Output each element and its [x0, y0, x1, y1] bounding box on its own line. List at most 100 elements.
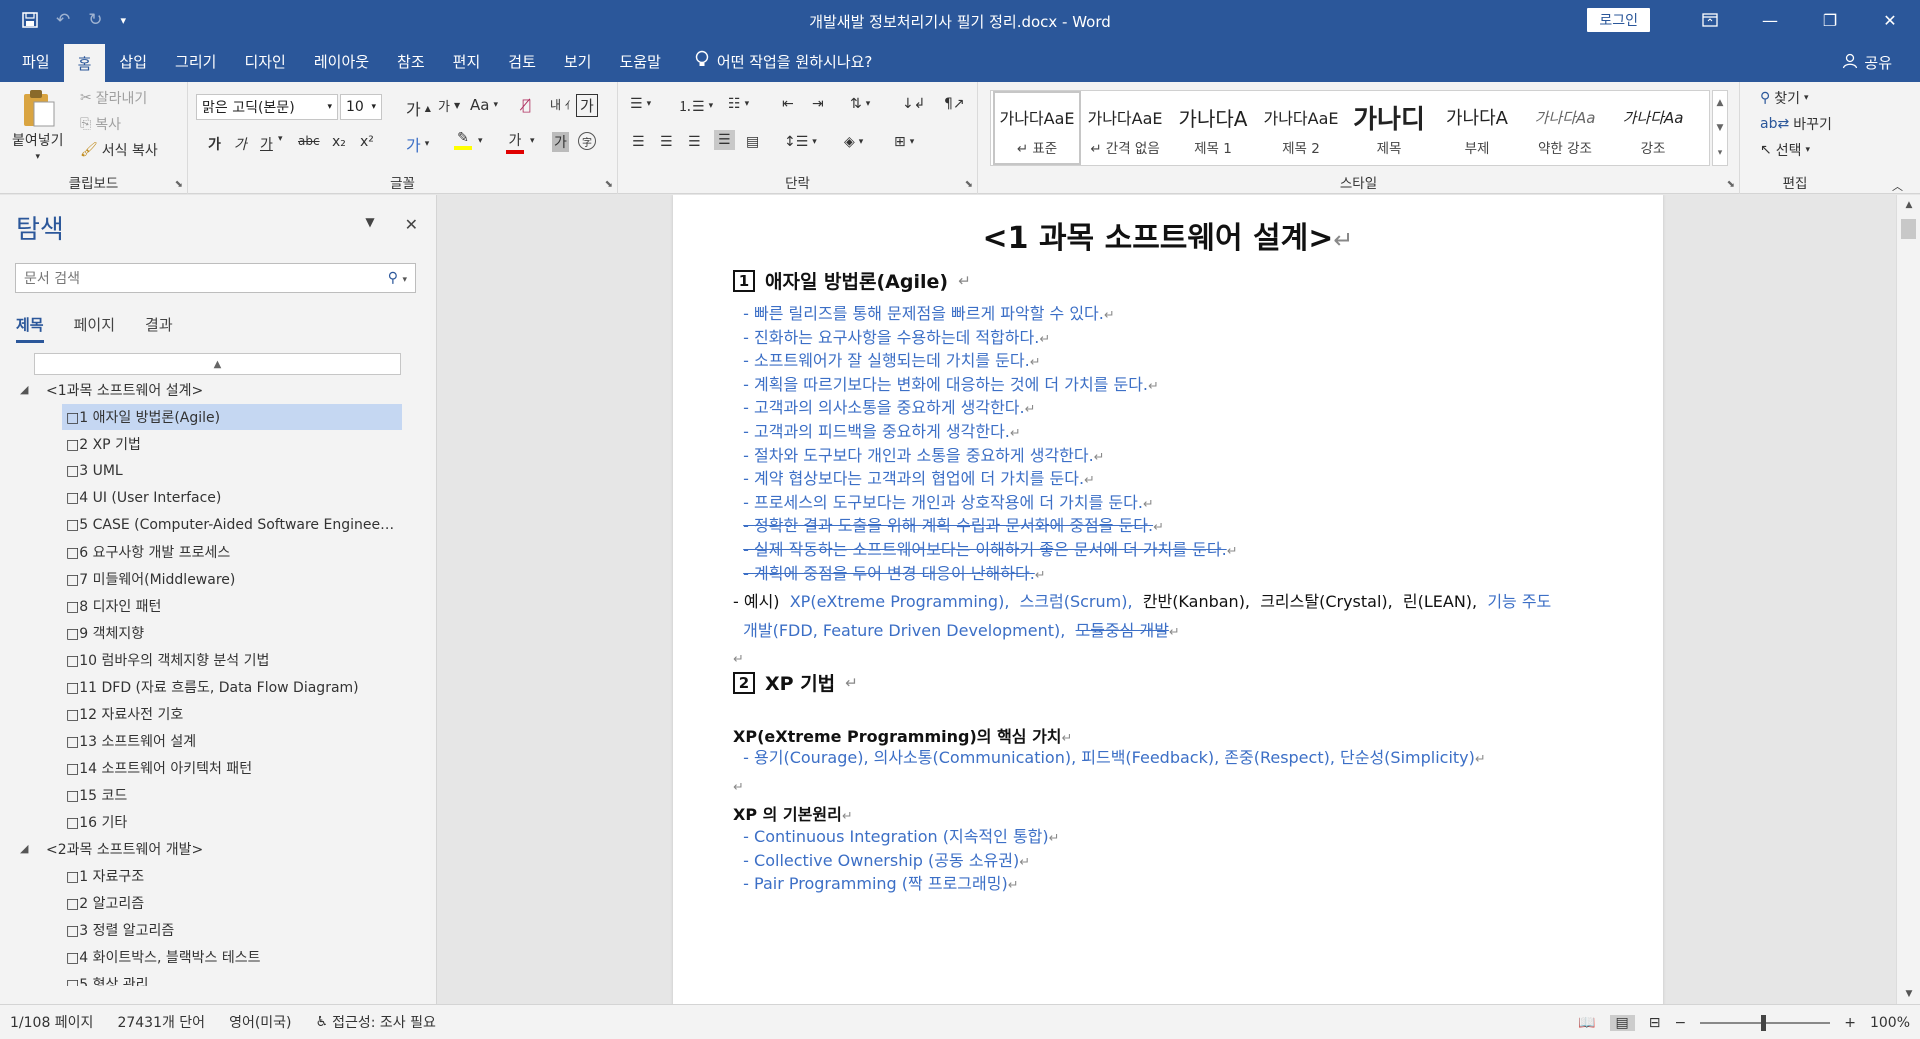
restore-icon[interactable]: ❐ — [1800, 0, 1860, 40]
chevron-up-icon[interactable]: ▲ — [1717, 98, 1724, 108]
shading-icon[interactable]: ◈ ▾ — [844, 134, 863, 150]
superscript-button[interactable]: x² — [360, 134, 374, 150]
strikethrough-button[interactable]: abc — [298, 134, 320, 148]
style-title[interactable]: 가나디 제목 — [1345, 91, 1433, 165]
align-center-icon[interactable]: ☰ — [660, 134, 673, 150]
nav-tab-results[interactable]: 결과 — [145, 314, 173, 343]
borders-icon[interactable]: ⊞ ▾ — [894, 134, 914, 150]
styles-gallery-scroll[interactable]: ▲ ▼ ▾ — [1712, 90, 1728, 166]
collapse-ribbon-icon[interactable]: ︿ — [1892, 178, 1903, 194]
style-emphasis[interactable]: 가나다Aa 강조 — [1609, 91, 1697, 165]
minimize-icon[interactable]: — — [1740, 0, 1800, 40]
xp-core-values[interactable]: - 용기(Courage), 의사소통(Communication), 피드백(… — [733, 743, 1613, 774]
bold-button[interactable]: 가 — [208, 134, 221, 154]
collapse-triangle-icon[interactable]: ◢ — [20, 842, 28, 855]
vertical-scrollbar[interactable]: ▲ ▼ — [1896, 195, 1920, 1004]
zoom-in-button[interactable]: + — [1844, 1015, 1856, 1031]
format-painter-button[interactable]: 🖌 서식 복사 — [80, 140, 158, 160]
font-color-button[interactable]: 가 — [506, 130, 524, 154]
tab-help[interactable]: 도움말 — [605, 40, 674, 82]
close-icon[interactable]: ✕ — [1860, 0, 1920, 40]
tab-mailings[interactable]: 편지 — [439, 40, 495, 82]
nav-heading-item[interactable]: □4 UI (User Interface) — [0, 484, 437, 511]
sort-icon[interactable]: ⇅ ▾ — [850, 96, 870, 112]
subscript-button[interactable]: x₂ — [332, 134, 346, 150]
tab-home[interactable]: 홈 — [63, 44, 106, 82]
align-left-icon[interactable]: ☰ — [632, 134, 645, 150]
document-search-input[interactable]: 문서 검색 ⚲ ▾ — [15, 263, 416, 293]
tab-view[interactable]: 보기 — [550, 40, 606, 82]
underline-dropdown-icon[interactable]: ▾ — [278, 134, 283, 144]
italic-button[interactable]: 가 — [234, 134, 247, 154]
nav-heading-item[interactable]: □11 DFD (자료 흐름도, Data Flow Diagram) — [0, 673, 437, 700]
clipboard-launcher-icon[interactable]: ⬊ — [175, 179, 183, 190]
web-layout-icon[interactable]: ⊟ — [1649, 1015, 1661, 1031]
zoom-slider[interactable] — [1700, 1014, 1831, 1031]
collapse-triangle-icon[interactable]: ◢ — [20, 383, 28, 396]
nav-heading-item[interactable]: □12 자료사전 기호 — [0, 700, 437, 727]
language-indicator[interactable]: 영어(미국) — [229, 1012, 291, 1032]
style-normal[interactable]: 가나다AaE ↵ 표준 — [993, 91, 1081, 165]
gallery-more-icon[interactable]: ▾ — [1718, 148, 1723, 158]
ribbon-display-options-icon[interactable] — [1680, 0, 1740, 40]
nav-heading-item[interactable]: □2 알고리즘 — [0, 889, 437, 916]
tab-design[interactable]: 디자인 — [230, 40, 299, 82]
print-layout-icon[interactable]: ▤ — [1609, 1014, 1635, 1031]
style-heading-1[interactable]: 가나다A 제목 1 — [1169, 91, 1257, 165]
page-count[interactable]: 1/108 페이지 — [10, 1012, 93, 1032]
save-icon[interactable] — [22, 12, 38, 28]
shrink-font-button[interactable]: 가 ▼ — [438, 96, 460, 115]
character-shading-icon[interactable]: 가 — [552, 132, 569, 152]
text-effects-icon[interactable]: 가 ▾ — [406, 132, 429, 156]
nav-heading-item[interactable]: □8 디자인 패턴 — [0, 592, 437, 619]
find-button[interactable]: ⚲ 찾기 ▾ — [1760, 88, 1809, 108]
document-page[interactable]: <1 과목 소프트웨어 설계>↵ 1 애자일 방법론(Agile) ↵ - 빠른 … — [673, 195, 1663, 1004]
show-formatting-marks-icon[interactable]: ↓↲ — [902, 96, 925, 112]
clear-formatting-icon[interactable]: 가̸ — [522, 96, 531, 114]
nav-heading-item[interactable]: □1 애자일 방법론(Agile) — [0, 403, 437, 430]
nav-heading-item[interactable]: □2 XP 기법 — [0, 430, 437, 457]
read-mode-icon[interactable]: 📖 — [1578, 1015, 1595, 1031]
underline-button[interactable]: 가 — [260, 134, 273, 154]
multilevel-list-icon[interactable]: ☷ ▾ — [728, 96, 749, 112]
tell-me-box[interactable]: 어떤 작업을 원하시나요? — [695, 40, 872, 82]
scroll-up-icon[interactable]: ▲ — [1897, 197, 1920, 213]
customize-qat-icon[interactable]: ▾ — [121, 14, 127, 27]
agile-struck-bullet[interactable]: - 계획에 중점을 두어 변경 대응이 난해하다.↵ — [733, 559, 1613, 590]
nav-heading-item[interactable]: ◢ <1과목 소프트웨어 설계> — [0, 376, 437, 403]
enclose-characters-icon[interactable]: 字 — [578, 132, 596, 150]
nav-heading-item[interactable]: □9 객체지향 — [0, 619, 437, 646]
zoom-level[interactable]: 100% — [1870, 1015, 1910, 1031]
style-heading-2[interactable]: 가나다AaE 제목 2 — [1257, 91, 1345, 165]
font-launcher-icon[interactable]: ⬊ — [605, 179, 613, 190]
nav-heading-item[interactable]: ◢ <2과목 소프트웨어 개발> — [0, 835, 437, 862]
tab-draw[interactable]: 그리기 — [161, 40, 230, 82]
nav-heading-item[interactable]: □6 요구사항 개발 프로세스 — [0, 538, 437, 565]
login-button[interactable]: 로그인 — [1587, 8, 1650, 32]
nav-heading-item[interactable]: □4 화이트박스, 블랙박스 테스트 — [0, 943, 437, 970]
tab-insert[interactable]: 삽입 — [105, 40, 161, 82]
style-no-spacing[interactable]: 가나다AaE ↵ 간격 없음 — [1081, 91, 1169, 165]
cut-button[interactable]: ✂ 잘라내기 — [80, 88, 147, 108]
replace-button[interactable]: ab⇄ 바꾸기 — [1760, 114, 1832, 134]
search-icon[interactable]: ⚲ ▾ — [388, 270, 407, 286]
nav-heading-item[interactable]: □10 럼바우의 객체지향 분석 기법 — [0, 646, 437, 673]
styles-launcher-icon[interactable]: ⬊ — [1727, 179, 1735, 190]
heading-xp[interactable]: 2 XP 기법 ↵ — [733, 669, 858, 696]
agile-examples[interactable]: - 예시) XP(eXtreme Programming), 스크럼(Scrum… — [733, 587, 1613, 616]
nav-heading-item[interactable]: □7 미들웨어(Middleware) — [0, 565, 437, 592]
tab-references[interactable]: 참조 — [383, 40, 439, 82]
nav-heading-item[interactable]: □16 기타 — [0, 808, 437, 835]
nav-tab-headings[interactable]: 제목 — [16, 314, 44, 343]
paste-dropdown-icon[interactable]: ▾ — [36, 152, 41, 162]
style-subtitle[interactable]: 가나다A 부제 — [1433, 91, 1521, 165]
nav-heading-item[interactable]: □3 정렬 알고리즘 — [0, 916, 437, 943]
heading-agile[interactable]: 1 애자일 방법론(Agile) ↵ — [733, 267, 971, 294]
copy-button[interactable]: ⎘ 복사 — [80, 114, 121, 134]
word-count[interactable]: 27431개 단어 — [117, 1012, 205, 1032]
ltr-direction-icon[interactable]: ¶↗ — [944, 96, 965, 112]
undo-icon[interactable]: ↶ — [56, 10, 70, 30]
nav-heading-item[interactable]: □3 UML — [0, 457, 437, 484]
grow-font-button[interactable]: 가 ▲ — [406, 96, 431, 120]
zoom-slider-thumb[interactable] — [1761, 1014, 1767, 1031]
